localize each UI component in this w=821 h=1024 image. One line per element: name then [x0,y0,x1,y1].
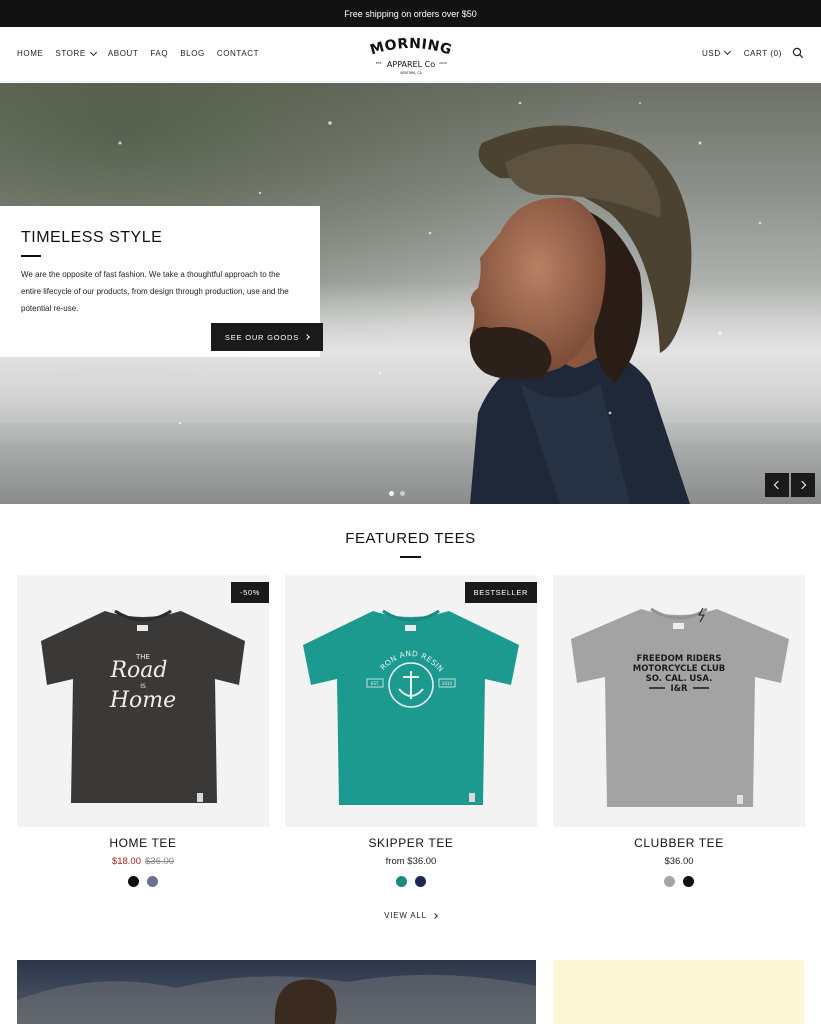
compare-price: $36.00 [145,856,175,867]
svg-text:FREEDOM RIDERS: FREEDOM RIDERS [637,654,722,664]
shirt-body [571,609,789,807]
slide-dot-1[interactable] [389,491,394,496]
svg-text:Road: Road [109,658,167,683]
product-image[interactable]: THE Road IS Home -50% [17,575,269,827]
chevron-down-icon [89,48,97,56]
header-actions: USD CART (0) [702,47,804,59]
swatch-black[interactable] [128,876,139,887]
svg-text:VENTURA, CA: VENTURA, CA [400,71,422,75]
product-name[interactable]: CLUBBER TEE [553,836,805,850]
product-image[interactable]: IRON AND RESIN EST. 2010 BESTSELLER [284,568,537,827]
main-nav: HOME STORE ABOUT FAQ BLOG CONTACT [17,48,271,58]
product-name[interactable]: HOME TEE [17,836,269,850]
hero-divider [21,255,41,257]
featured-heading: FEATURED TEES [345,530,476,547]
product-image[interactable]: FREEDOM RIDERS MOTORCYCLE CLUB SO. CAL. … [553,575,805,827]
previous-slide-button[interactable] [765,473,789,497]
slide-dots [389,491,405,496]
chevron-left-icon [773,480,783,490]
tshirt-image: THE Road IS Home [41,609,245,803]
swatch-teal[interactable] [396,876,407,887]
svg-text:MOTORCYCLE CLUB: MOTORCYCLE CLUB [633,664,726,674]
nav-home[interactable]: HOME [17,49,43,58]
announcement-bar: Free shipping on orders over $50 [0,0,821,27]
feature-image [17,974,536,1024]
chevron-right-icon [797,480,807,490]
nav-about[interactable]: ABOUT [108,49,139,58]
chevron-down-icon [723,47,731,56]
chevron-right-icon [432,912,438,919]
color-swatches [17,876,269,887]
svg-text:EST.: EST. [371,681,379,686]
svg-text:2016: 2016 [439,61,447,65]
hero-description: We are the opposite of fast fashion. We … [21,270,289,313]
see-our-goods-button[interactable]: SEE OUR GOODS [211,323,323,351]
product-card[interactable]: THE Road IS Home -50% HOME TEE $18.00 $36… [17,575,269,887]
sale-price: $18.00 [111,856,141,867]
product-price: from $36.00 [385,856,437,867]
cart-link[interactable]: CART (0) [744,49,782,58]
product-price: $18.00 $36.00 [17,856,269,867]
nav-contact[interactable]: CONTACT [217,49,259,58]
search-icon[interactable] [792,47,804,59]
chevron-right-icon [304,334,310,340]
product-card[interactable]: IRON AND RESIN EST. 2010 BESTSELLER SKIP… [284,568,537,887]
svg-text:MORNING: MORNING [368,37,454,59]
svg-text:SO. CAL. USA.: SO. CAL. USA. [646,674,713,684]
svg-text:Home: Home [109,688,176,713]
next-slide-button[interactable] [791,473,815,497]
svg-text:2010: 2010 [442,681,453,686]
product-name[interactable]: SKIPPER TEE [285,836,537,850]
featured-divider [400,556,421,558]
view-all-label: VIEW ALL [384,911,427,920]
promo-block [553,960,804,1024]
site-logo[interactable]: MORNING APPAREL Co EST. 2016 VENTURA, CA [362,37,460,77]
view-all-link[interactable]: VIEW ALL [0,911,821,920]
nav-store[interactable]: STORE [55,48,97,58]
svg-text:EST.: EST. [376,61,382,65]
hero-slideshow: TIMELESS STYLE We are the opposite of fa… [0,83,821,504]
tshirt-image: FREEDOM RIDERS MOTORCYCLE CLUB SO. CAL. … [571,607,789,807]
svg-text:APPAREL Co: APPAREL Co [387,60,435,69]
color-swatches [553,876,805,887]
hero-title: TIMELESS STYLE [21,229,163,246]
swatch-navy[interactable] [415,876,426,887]
cta-label: SEE OUR GOODS [224,332,300,342]
product-price: $36.00 [664,856,694,867]
swatch-slate[interactable] [147,876,158,887]
swatch-black[interactable] [683,876,694,887]
currency-selector[interactable]: USD [702,47,731,58]
product-card[interactable]: FREEDOM RIDERS MOTORCYCLE CLUB SO. CAL. … [553,575,805,887]
bestseller-badge: BESTSELLER [464,582,537,603]
currency-label: USD [702,48,721,58]
site-header: HOME STORE ABOUT FAQ BLOG CONTACT MORNIN… [0,27,821,82]
announcement-text: Free shipping on orders over $50 [344,8,477,19]
color-swatches [285,876,537,887]
feature-image-block [17,960,536,1024]
slide-dot-2[interactable] [400,491,405,496]
svg-text:I&R: I&R [670,684,688,694]
discount-badge: -50% [231,582,269,603]
nav-store-label: STORE [55,49,86,58]
nav-faq[interactable]: FAQ [150,49,168,58]
shirt-body [303,611,519,805]
tshirt-image: IRON AND RESIN EST. 2010 [284,568,519,805]
swatch-grey[interactable] [664,876,675,887]
nav-blog[interactable]: BLOG [180,49,205,58]
